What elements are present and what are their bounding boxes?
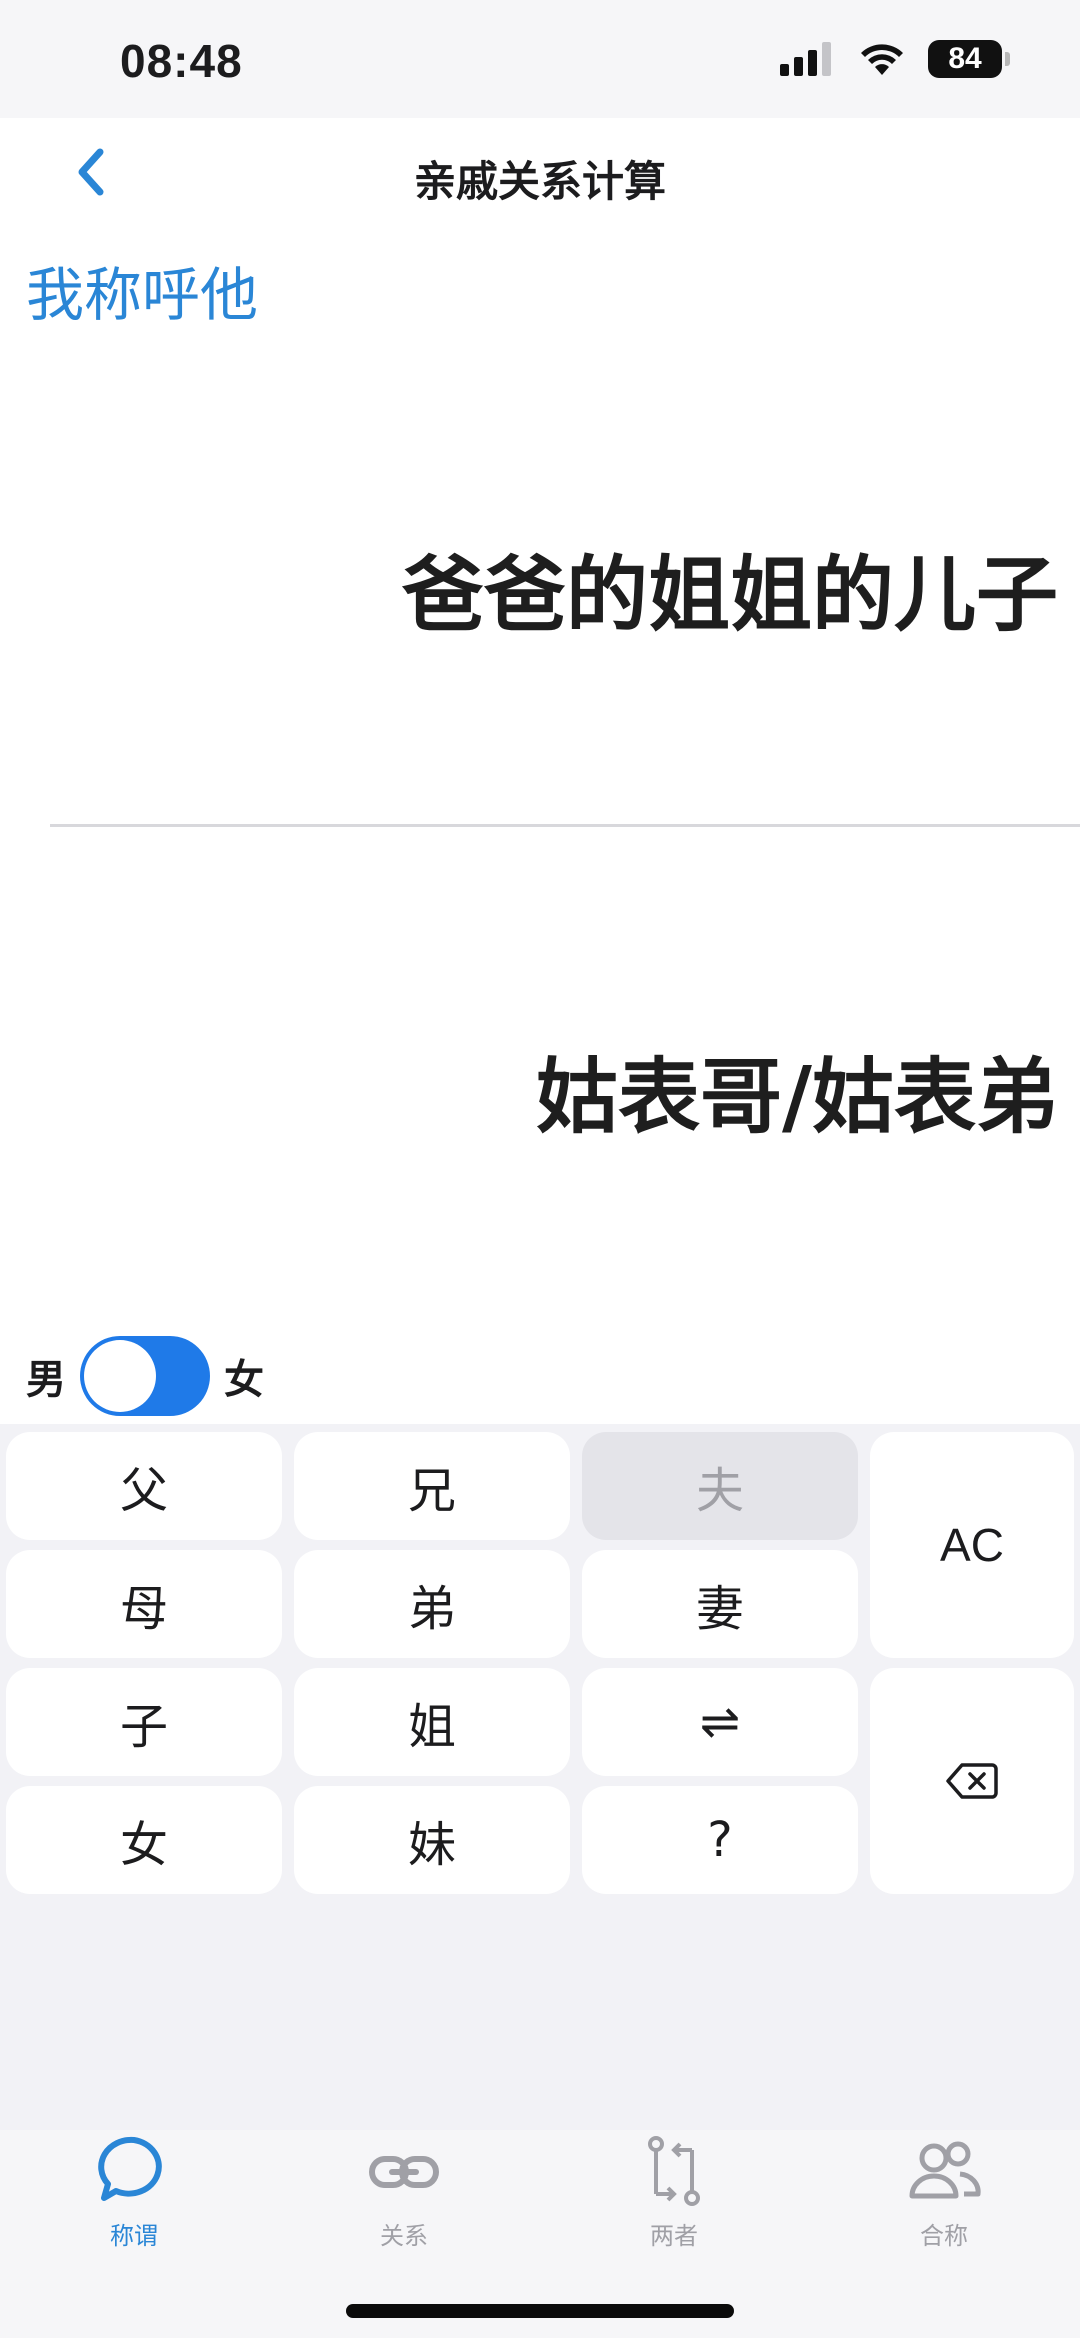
tab-titles[interactable]: 称谓: [44, 2132, 224, 2262]
key-label: 子: [119, 1699, 168, 1755]
divider: [50, 824, 1080, 827]
tab-label: 两者: [650, 2222, 698, 2250]
key-question[interactable]: ?: [582, 1786, 858, 1894]
status-time: 08:48: [120, 35, 243, 87]
home-indicator[interactable]: [346, 2304, 734, 2318]
gender-toggle[interactable]: [80, 1336, 210, 1416]
key-younger-sister[interactable]: 妹: [294, 1786, 570, 1894]
key-label: 女: [119, 1817, 168, 1873]
tab-bar: 称谓 关系 两者 合称: [0, 2130, 1080, 2338]
call-label: 我称呼他: [26, 261, 259, 329]
battery-icon: 84: [928, 40, 1010, 78]
tab-combined[interactable]: 合称: [854, 2132, 1034, 2262]
swap-icon: ⇌: [699, 1694, 741, 1750]
key-label: 妻: [695, 1581, 744, 1637]
gender-toggle-row: 男 女: [26, 1334, 264, 1418]
female-label: 女: [224, 1357, 264, 1403]
signal-icon: [780, 42, 831, 76]
key-clear[interactable]: AC: [870, 1432, 1074, 1658]
result-display: 姑表哥/姑表弟: [536, 1050, 1058, 1145]
key-father[interactable]: 父: [6, 1432, 282, 1540]
key-label: 母: [119, 1581, 168, 1637]
key-backspace[interactable]: [870, 1668, 1074, 1894]
key-elder-brother[interactable]: 兄: [294, 1432, 570, 1540]
tab-relation[interactable]: 关系: [314, 2132, 494, 2262]
backspace-icon: [946, 1763, 998, 1799]
chat-bubble-icon: [98, 2136, 162, 2201]
battery-tip: [1005, 52, 1010, 66]
relation-input-display: 爸爸的姐姐的儿子: [401, 548, 1058, 643]
page-title: 亲戚关系计算: [413, 157, 666, 206]
key-label: 父: [119, 1463, 168, 1519]
key-label: 姐: [407, 1699, 456, 1755]
key-label: ?: [707, 1812, 733, 1868]
key-label: 弟: [407, 1581, 456, 1637]
tab-both[interactable]: 两者: [584, 2132, 764, 2262]
key-swap[interactable]: ⇌: [582, 1668, 858, 1776]
key-label: 兄: [407, 1463, 456, 1519]
key-label: 妹: [407, 1817, 456, 1873]
tab-label: 称谓: [110, 2222, 158, 2250]
tab-label: 关系: [380, 2222, 428, 2250]
status-icons: 84: [780, 40, 1010, 78]
people-icon: [909, 2141, 981, 2199]
male-label: 男: [26, 1357, 66, 1403]
compare-icon: [648, 2136, 700, 2206]
battery-level: 84: [948, 42, 982, 75]
link-icon: [369, 2156, 439, 2188]
key-label: AC: [940, 1519, 1004, 1571]
wifi-icon: [861, 44, 903, 75]
key-daughter[interactable]: 女: [6, 1786, 282, 1894]
key-husband[interactable]: 夫: [582, 1432, 858, 1540]
key-elder-sister[interactable]: 姐: [294, 1668, 570, 1776]
key-wife[interactable]: 妻: [582, 1550, 858, 1658]
key-label: 夫: [695, 1463, 744, 1519]
status-bar: 08:48 84: [0, 0, 1080, 118]
keypad: 父 兄 夫 AC 母 弟 妻 子 姐 ⇌ 女 妹 ?: [0, 1424, 1080, 2130]
tab-label: 合称: [920, 2222, 968, 2250]
key-younger-brother[interactable]: 弟: [294, 1550, 570, 1658]
toggle-knob: [84, 1340, 156, 1412]
key-mother[interactable]: 母: [6, 1550, 282, 1658]
nav-bar: 亲戚关系计算: [0, 118, 1080, 228]
key-son[interactable]: 子: [6, 1668, 282, 1776]
